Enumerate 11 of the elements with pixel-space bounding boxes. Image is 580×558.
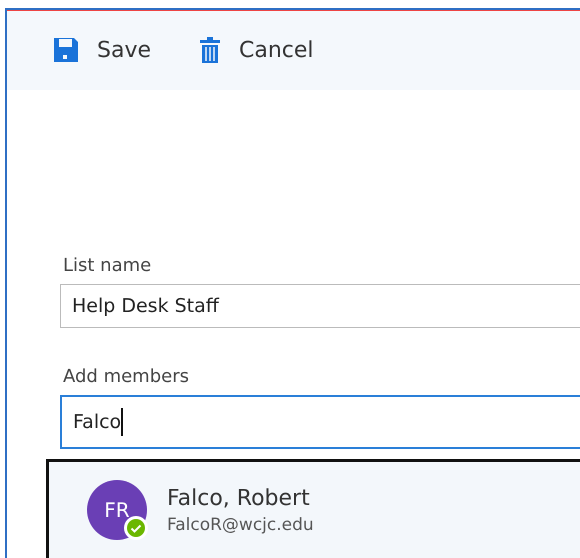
save-icon: [53, 37, 79, 63]
input-field[interactable]: Help Desk Staff: [60, 284, 580, 328]
toolbar-button[interactable]: Save: [53, 33, 152, 67]
person-email: FalcoR@wcjc.edu: [167, 514, 314, 534]
field-label: Add members: [63, 366, 190, 387]
suggestion-item[interactable]: FR Falco, Robert FalcoR@wcjc.edu: [49, 462, 580, 540]
trash-icon: [199, 36, 222, 64]
person-name: Falco, Robert: [167, 486, 311, 510]
toolbar-button[interactable]: Cancel: [199, 32, 314, 68]
search-field[interactable]: Falco: [60, 395, 580, 449]
field-label: List name: [63, 255, 152, 276]
